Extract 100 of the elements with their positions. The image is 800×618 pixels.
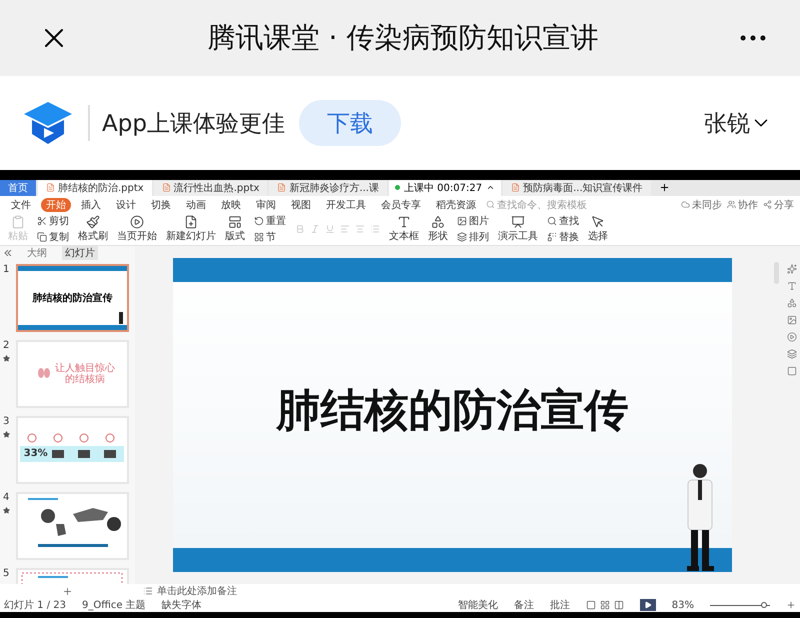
menu-tab[interactable]: 切换 <box>146 198 176 212</box>
slide-thumbnail[interactable]: 肺结核的防治宣传 <box>16 264 129 332</box>
document-tab[interactable]: 预防病毒面...知识宣传课件 <box>503 180 651 196</box>
live-status-tab[interactable]: 上课中 00:07:27 <box>388 180 502 196</box>
new-slide-icon <box>184 215 198 230</box>
layers-icon[interactable] <box>787 349 797 359</box>
document-tab[interactable]: 新冠肺炎诊疗方...课 <box>269 180 387 196</box>
notes-placeholder[interactable]: 单击此处添加备注 <box>143 584 237 598</box>
copy-icon <box>37 232 47 242</box>
shapes-icon <box>431 215 445 230</box>
share-icon <box>763 200 772 210</box>
users-icon <box>727 200 736 210</box>
lungs-icon <box>38 368 50 378</box>
ribbon-button[interactable]: 版式 <box>225 215 245 244</box>
slide-number: 4 <box>3 492 10 503</box>
collapse-icon[interactable] <box>4 250 12 256</box>
thumbnail-title: 肺结核的防治宣传 <box>32 291 112 305</box>
cloud-icon <box>681 200 690 210</box>
ribbon-button[interactable]: 形状 <box>428 215 448 244</box>
document-tab[interactable]: 肺结核的防治.pptx <box>38 180 152 196</box>
panel-tab[interactable]: 大纲 <box>24 246 50 260</box>
menu-tab[interactable]: 视图 <box>286 198 316 212</box>
grid-view-icon[interactable] <box>600 600 610 610</box>
ribbon-button[interactable]: 图片 <box>457 214 489 228</box>
image-icon <box>457 216 467 226</box>
toolbar-action[interactable]: 协作 <box>727 198 758 212</box>
ribbon-button[interactable]: 演示工具 <box>498 215 538 244</box>
menu-tab[interactable]: 插入 <box>76 198 106 212</box>
text-icon[interactable] <box>787 281 797 291</box>
slide-number: 2 <box>3 340 10 351</box>
search-icon <box>486 200 495 210</box>
document-icon <box>162 183 171 192</box>
play-logo-icon <box>22 100 74 146</box>
menu-tab[interactable]: 开发工具 <box>321 198 371 212</box>
toolbar-action[interactable]: 未同步 <box>681 198 722 212</box>
toolbar-action[interactable]: 分享 <box>763 198 794 212</box>
ribbon-button[interactable]: 查找 <box>547 214 579 228</box>
user-name[interactable]: 张锐 <box>704 108 750 138</box>
ribbon-button[interactable]: 文本框 <box>389 215 419 244</box>
square-icon[interactable] <box>787 366 797 376</box>
layers-icon <box>457 232 467 242</box>
menu-tab[interactable]: 动画 <box>181 198 211 212</box>
reset-icon <box>254 216 264 226</box>
sparkles-icon[interactable] <box>787 264 797 274</box>
zoom-in-icon[interactable] <box>786 600 796 610</box>
document-icon <box>277 183 286 192</box>
layout-icon <box>228 215 242 230</box>
image-icon[interactable] <box>787 315 797 325</box>
panel-tab[interactable]: 幻灯片 <box>62 246 98 260</box>
comments-button[interactable]: 批注 <box>550 598 570 612</box>
slide-thumbnail[interactable]: 33% <box>16 416 129 484</box>
notes-icon <box>143 586 153 596</box>
slide-number: 3 <box>3 416 10 427</box>
add-slide-icon[interactable] <box>62 586 73 596</box>
theme-name: 9_Office 主题 <box>82 598 146 612</box>
slide-number: 1 <box>3 264 10 275</box>
menu-tab[interactable]: 设计 <box>111 198 141 212</box>
new-tab-icon[interactable] <box>658 182 670 194</box>
page-title: 腾讯课堂 · 传染病预防知识宣讲 <box>206 20 600 56</box>
menu-tab[interactable]: 审阅 <box>251 198 281 212</box>
shapes-icon[interactable] <box>787 298 797 308</box>
ribbon-button[interactable]: 重置 <box>254 214 286 228</box>
reading-view-icon[interactable] <box>614 600 624 610</box>
ribbon-button[interactable]: 格式刷 <box>78 215 108 244</box>
app-promo-text: App上课体验更佳 <box>102 110 285 138</box>
ribbon-button[interactable]: 剪切 <box>37 214 69 228</box>
missing-fonts[interactable]: 缺失字体 <box>162 598 202 612</box>
ribbon-button[interactable]: 排列 <box>457 230 489 244</box>
thumbnail-title: 让人触目惊心的结核病 <box>55 362 116 387</box>
figure-icon <box>119 312 123 324</box>
beautify-button[interactable]: 智能美化 <box>458 598 498 612</box>
paintbrush-icon <box>86 215 100 230</box>
slide-title: 肺结核的防治宣传 <box>276 384 628 438</box>
presentation-icon <box>511 215 525 230</box>
zoom-level[interactable]: 83% <box>672 600 694 610</box>
section-icon <box>254 232 264 242</box>
ribbon-button[interactable]: 当页开始 <box>117 215 157 244</box>
ribbon-button[interactable]: 替换 <box>547 230 579 244</box>
menu-tab[interactable]: 文件 <box>6 198 36 212</box>
pointer-icon <box>591 215 605 230</box>
menu-tab[interactable]: 会员专享 <box>376 198 426 212</box>
document-tab[interactable]: 流行性出血热.pptx <box>154 180 268 196</box>
play-circle-icon[interactable] <box>787 332 797 342</box>
ribbon-button[interactable]: 新建幻灯片 <box>166 215 216 244</box>
slide-thumbnail[interactable] <box>16 492 129 560</box>
menu-tab[interactable]: 稻壳资源 <box>431 198 481 212</box>
ribbon-button[interactable]: 节 <box>254 230 286 244</box>
menu-tab[interactable]: 放映 <box>216 198 246 212</box>
scissors-icon <box>37 216 47 226</box>
home-tab[interactable]: 首页 <box>0 180 36 196</box>
search-icon <box>547 216 557 226</box>
ribbon-button[interactable]: 复制 <box>37 230 69 244</box>
notes-button[interactable]: 备注 <box>514 598 534 612</box>
normal-view-icon[interactable] <box>586 600 596 610</box>
document-icon <box>511 183 520 192</box>
text-box-icon <box>397 215 411 230</box>
ribbon-button[interactable]: 选择 <box>588 215 608 244</box>
slider-thumb[interactable] <box>761 602 767 608</box>
download-button[interactable]: 下载 <box>298 100 401 146</box>
play-button[interactable] <box>640 599 656 611</box>
